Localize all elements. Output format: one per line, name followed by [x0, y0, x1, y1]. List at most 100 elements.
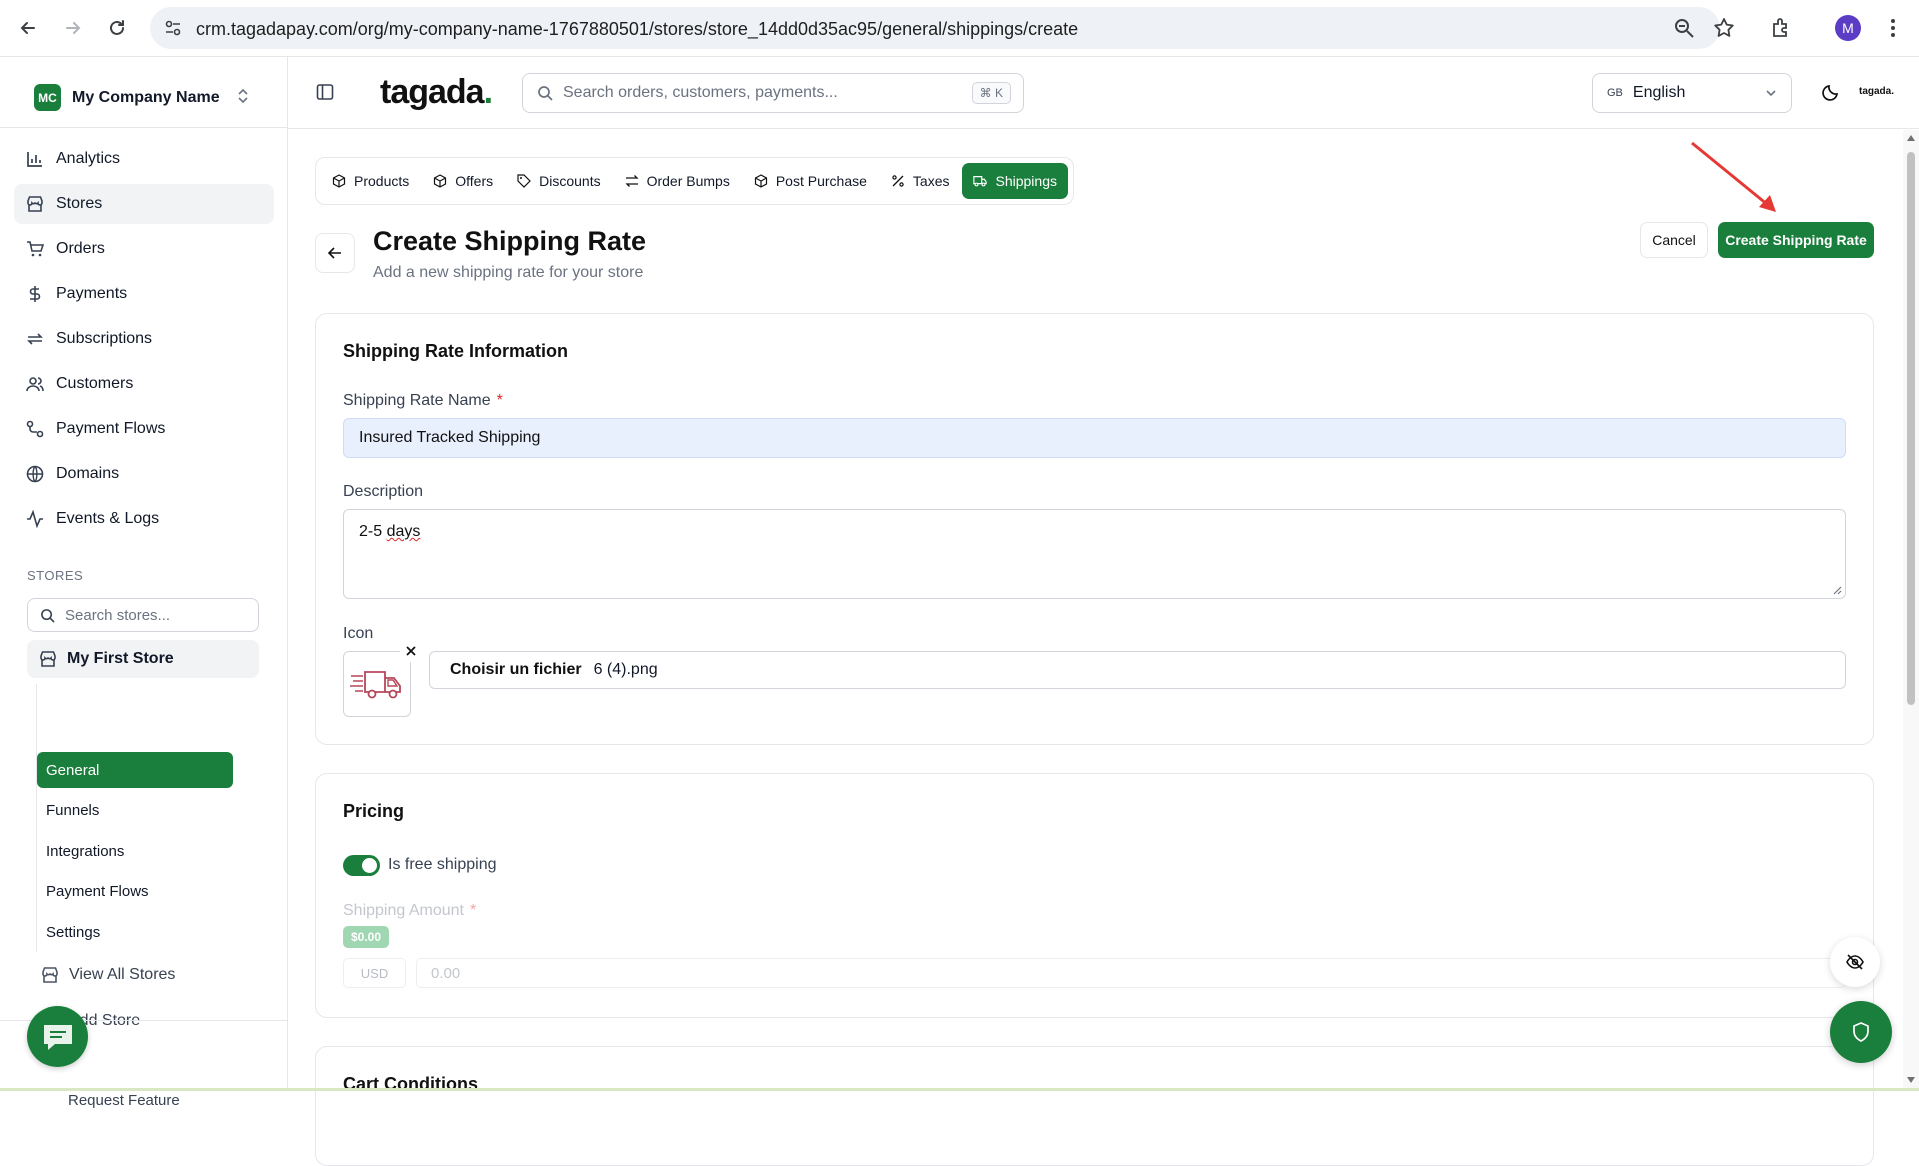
chevron-down-icon — [1765, 87, 1777, 99]
scroll-up-arrow-icon[interactable] — [1907, 134, 1915, 142]
store-sub-payment-flows[interactable]: Payment Flows — [37, 873, 233, 909]
company-name: My Company Name — [72, 88, 220, 106]
tab-label: Order Bumps — [646, 173, 730, 189]
required-mark: * — [469, 902, 477, 919]
sidebar-item-customers[interactable]: Customers — [14, 364, 274, 404]
shipping-rate-name-input[interactable]: Insured Tracked Shipping — [343, 418, 1846, 458]
remove-icon-button[interactable] — [400, 640, 422, 662]
tab-post-purchase[interactable]: Post Purchase — [743, 163, 878, 199]
sidebar-toggle-icon[interactable] — [316, 83, 334, 101]
store-item-my-first-store[interactable]: My First Store — [27, 640, 259, 678]
sidebar-item-label: Payment Flows — [56, 420, 166, 437]
tab-label: Shippings — [995, 173, 1057, 189]
security-widget-button[interactable] — [1830, 1001, 1892, 1063]
description-value-spellcheck: days — [386, 523, 421, 540]
store-name: My First Store — [67, 650, 174, 667]
description-textarea[interactable]: 2-5 days — [343, 509, 1846, 599]
cancel-button[interactable]: Cancel — [1640, 222, 1708, 258]
sidebar: MC My Company Name Analytics Stores Orde… — [0, 57, 288, 1109]
activity-icon — [27, 510, 43, 528]
request-feature-link[interactable]: Request Feature — [68, 1092, 180, 1109]
sidebar-item-label: Analytics — [56, 150, 121, 167]
sidebar-item-payments[interactable]: Payments — [14, 274, 274, 314]
tab-order-bumps[interactable]: Order Bumps — [614, 163, 741, 199]
store-sub-integrations[interactable]: Integrations — [37, 833, 233, 869]
store-sub-general[interactable]: General — [37, 752, 233, 788]
tab-label: Offers — [455, 173, 494, 189]
selected-file-name: 6 (4).png — [593, 661, 658, 678]
scroll-thumb[interactable] — [1907, 152, 1915, 705]
store-search-input[interactable]: Search stores... — [27, 598, 259, 632]
store-icon — [40, 651, 56, 667]
brand-logo[interactable]: tagada. — [380, 73, 493, 112]
bookmark-star-icon[interactable] — [1713, 17, 1735, 39]
browser-toolbar: crm.tagadapay.com/org/my-company-name-17… — [0, 0, 1919, 57]
tab-taxes[interactable]: Taxes — [880, 163, 961, 199]
delivery-truck-icon — [350, 671, 401, 699]
free-shipping-toggle[interactable] — [343, 855, 380, 876]
global-search-input[interactable]: Search orders, customers, payments... ⌘ … — [522, 73, 1024, 113]
tab-shippings[interactable]: Shippings — [962, 163, 1068, 199]
shipping-amount-input: 0.00 — [416, 958, 1846, 988]
site-settings-icon[interactable] — [164, 19, 182, 37]
shipping-amount-placeholder: 0.00 — [431, 964, 461, 982]
icon-file-input[interactable]: Choisir un fichier 6 (4).png — [429, 651, 1846, 689]
sidebar-item-label: Domains — [56, 465, 120, 482]
sidebar-item-events-logs[interactable]: Events & Logs — [14, 499, 274, 539]
percent-icon — [892, 175, 904, 187]
hide-widget-button[interactable] — [1830, 937, 1880, 987]
sidebar-item-payment-flows[interactable]: Payment Flows — [14, 409, 274, 449]
url-text: crm.tagadapay.com/org/my-company-name-17… — [196, 19, 1079, 39]
create-shipping-rate-button[interactable]: Create Shipping Rate — [1718, 222, 1874, 258]
sidebar-item-label: Events & Logs — [56, 510, 160, 527]
chevrons-up-down-icon[interactable] — [236, 87, 250, 105]
annotation-arrow — [1691, 141, 1776, 212]
org-logo[interactable]: tagada. — [1859, 86, 1894, 97]
page-scrollbar[interactable] — [1903, 130, 1919, 1091]
cart-conditions-card: Cart Conditions — [315, 1046, 1874, 1166]
forward-arrow-icon[interactable] — [60, 15, 86, 41]
moon-icon[interactable] — [1822, 83, 1840, 101]
store-icon — [42, 967, 58, 983]
back-button[interactable] — [315, 233, 355, 273]
sidebar-item-label: Subscriptions — [56, 330, 153, 347]
language-select[interactable]: GB English — [1592, 73, 1792, 113]
tab-offers[interactable]: Offers — [422, 163, 504, 199]
back-arrow-icon[interactable] — [15, 15, 41, 41]
sidebar-item-domains[interactable]: Domains — [14, 454, 274, 494]
profile-avatar[interactable]: M — [1835, 15, 1861, 41]
company-switcher[interactable]: MC My Company Name — [34, 84, 220, 111]
resize-handle-icon[interactable] — [1832, 585, 1842, 595]
browser-menu-icon[interactable] — [1880, 15, 1906, 41]
zoom-icon[interactable] — [1673, 17, 1695, 39]
box-icon — [332, 174, 346, 188]
sidebar-item-label: Orders — [56, 240, 105, 257]
view-all-stores-link[interactable]: View All Stores — [41, 960, 175, 990]
chat-widget-button[interactable] — [27, 1006, 88, 1067]
address-bar[interactable]: crm.tagadapay.com/org/my-company-name-17… — [150, 7, 1734, 49]
sidebar-item-stores[interactable]: Stores — [14, 184, 274, 224]
tab-label: Taxes — [912, 173, 950, 189]
tab-label: Discounts — [539, 173, 601, 189]
scroll-down-arrow-icon[interactable] — [1907, 1076, 1915, 1084]
choose-file-button[interactable]: Choisir un fichier — [450, 661, 582, 679]
description-label: Description — [343, 483, 424, 500]
field-label-text: Shipping Rate Name — [343, 392, 491, 409]
store-sub-funnels[interactable]: Funnels — [37, 792, 233, 828]
store-sub-settings[interactable]: Settings — [37, 914, 233, 950]
tab-products[interactable]: Products — [321, 163, 420, 199]
tab-discounts[interactable]: Discounts — [506, 163, 611, 199]
store-icon — [27, 196, 43, 212]
required-mark: * — [496, 392, 503, 409]
sidebar-item-label: Stores — [56, 195, 103, 212]
reload-icon[interactable] — [104, 15, 130, 41]
sidebar-item-orders[interactable]: Orders — [14, 229, 274, 269]
free-shipping-label: Is free shipping — [388, 856, 497, 873]
close-icon — [406, 646, 416, 656]
view-all-stores-label: View All Stores — [69, 966, 176, 983]
extensions-icon[interactable] — [1768, 15, 1794, 41]
shipping-rate-info-card: Shipping Rate Information Shipping Rate … — [315, 313, 1874, 745]
chart-icon — [27, 152, 42, 167]
sidebar-item-subscriptions[interactable]: Subscriptions — [14, 319, 274, 359]
sidebar-item-analytics[interactable]: Analytics — [14, 139, 274, 179]
